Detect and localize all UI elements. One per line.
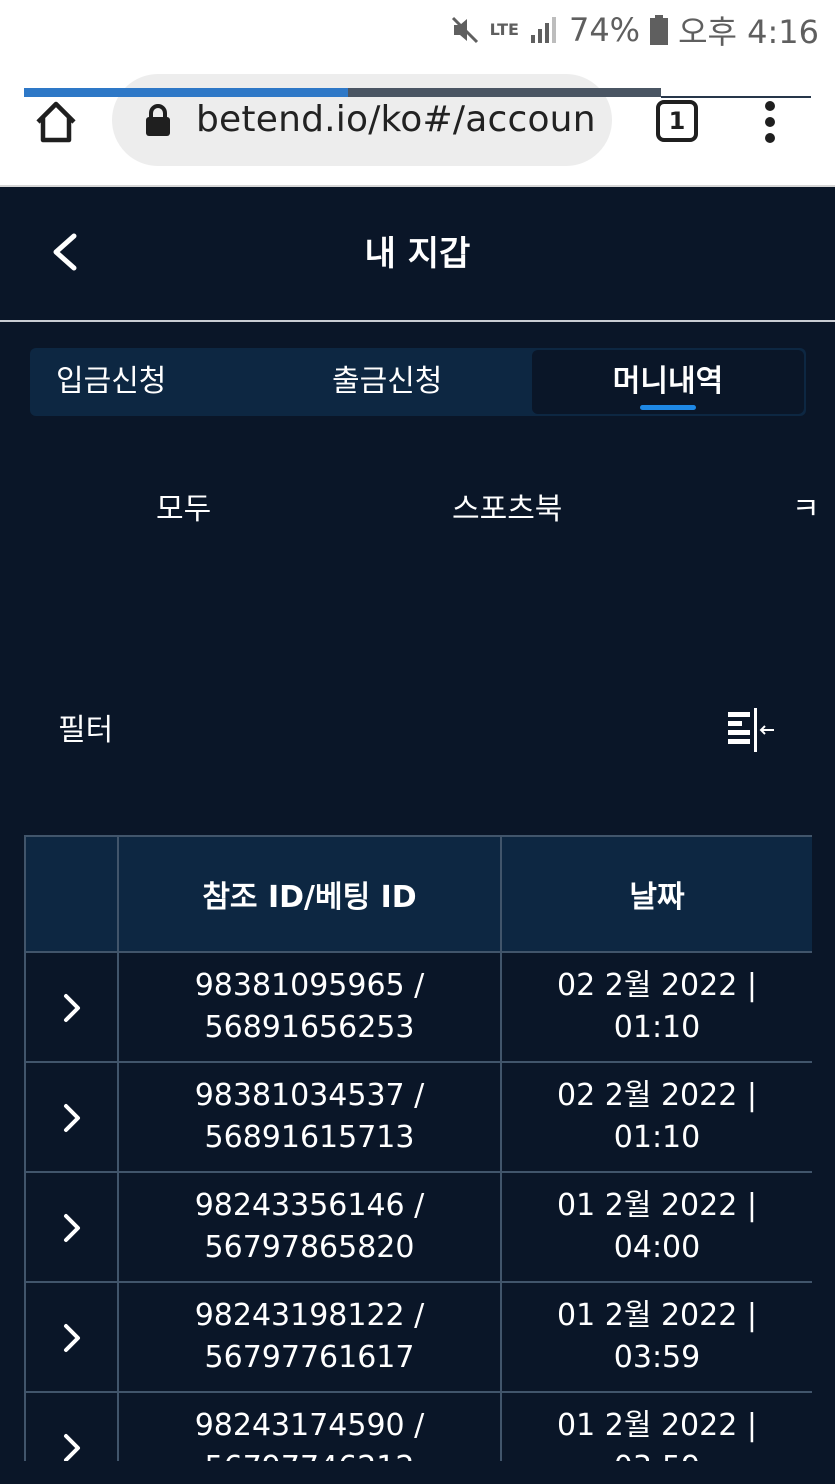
tab-switcher-button[interactable]: 1 [656,100,698,142]
ref-id: 98381095965 / [194,968,425,1003]
time: 01:10 [613,1120,701,1155]
signal-icon [530,17,556,43]
date: 01 2월 2022 | [557,1298,757,1333]
lte-indicator: LTE [489,20,519,39]
time: 04:00 [613,1230,701,1265]
transaction-table: 참조 ID/베팅 ID 날짜 98381095965 / 56891656253… [24,835,812,1461]
ref-id: 98243198122 / [194,1298,425,1333]
header-ref-id: 참조 ID/베팅 ID [117,835,502,953]
ref-id: 98243356146 / [194,1188,425,1223]
clock: 오후 4:16 [678,13,819,51]
tab-money-history[interactable]: 머니내역 [532,350,804,414]
filter-label: 필터 [58,713,114,748]
chevron-right-icon[interactable] [61,992,83,1024]
ref-id-cell: 98243174590 / 56797746212 [117,1391,502,1461]
expand-cell[interactable] [24,1281,119,1393]
date: 02 2월 2022 | [557,968,757,1003]
chevron-right-icon[interactable] [61,1322,83,1354]
time: 03:59 [613,1340,701,1375]
expand-cell[interactable] [24,1061,119,1173]
history-category-tabs: 모두 스포츠북 ㅋ [0,480,835,580]
battery-percent: 74% [568,11,641,49]
header-date: 날짜 [500,835,812,953]
wallet-tabs: 입금신청 출금신청 머니내역 [30,348,806,416]
ref-id-cell: 98381034537 / 56891615713 [117,1061,502,1173]
mute-icon [451,16,478,44]
table-row[interactable]: 98381095965 / 56891656253 02 2월 2022 | 0… [24,951,812,1063]
bet-id: 56797746212 [119,1447,500,1461]
date-cell: 01 2월 2022 | 03:59 [500,1281,812,1393]
date-cell: 01 2월 2022 | 03:59 [500,1391,812,1461]
filter-toggle-icon[interactable] [726,708,778,752]
more-menu-icon[interactable] [760,98,780,146]
active-tab-indicator [640,405,696,410]
date-cell: 01 2월 2022 | 04:00 [500,1171,812,1283]
subtab-sportsbook[interactable]: 스포츠북 [452,490,562,530]
tab-money-history-label: 머니내역 [612,364,724,399]
tab-withdrawal[interactable]: 출금신청 [332,348,442,416]
ref-id: 98381034537 / [194,1078,425,1113]
bet-id: 56891615713 [204,1120,415,1155]
table-row[interactable]: 98243174590 / 56797746212 01 2월 2022 | 0… [24,1391,812,1462]
url-text[interactable]: betend.io/ko#/account/ [196,96,596,144]
chevron-right-icon[interactable] [61,1212,83,1244]
bet-id: 56797865820 [204,1230,415,1265]
subtab-active-indicator [24,88,348,97]
time: 01:10 [613,1010,701,1045]
time: 03:59 [502,1447,812,1461]
subtab-all[interactable]: 모두 [156,490,211,530]
table-row[interactable]: 98381034537 / 56891615713 02 2월 2022 | 0… [24,1061,812,1173]
subtab-casino-partial[interactable]: ㅋ [792,490,820,530]
app-header: 내 지갑 [0,188,835,322]
chevron-right-icon[interactable] [61,1102,83,1134]
bet-id: 56797761617 [204,1340,415,1375]
table-row[interactable]: 98243356146 / 56797865820 01 2월 2022 | 0… [24,1171,812,1283]
status-icons: LTE 74% 오후 4:16 [450,8,819,52]
expand-cell[interactable] [24,1171,119,1283]
table-row[interactable]: 98243198122 / 56797761617 01 2월 2022 | 0… [24,1281,812,1393]
lock-icon [146,104,170,136]
bet-id: 56891656253 [204,1010,415,1045]
chevron-right-icon[interactable] [61,1432,83,1462]
status-bar: LTE 74% 오후 4:16 [0,0,835,60]
battery-icon [650,15,669,45]
page-title: 내 지갑 [364,234,471,274]
expand-cell[interactable] [24,1391,119,1462]
expand-cell[interactable] [24,951,119,1063]
date: 02 2월 2022 | [557,1078,757,1113]
table-header-row: 참조 ID/베팅 ID 날짜 [24,835,812,953]
date: 01 2월 2022 | [557,1408,757,1443]
date-cell: 02 2월 2022 | 01:10 [500,1061,812,1173]
ref-id-cell: 98243356146 / 56797865820 [117,1171,502,1283]
browser-toolbar: betend.io/ko#/account/ 1 [0,60,835,187]
ref-id: 98243174590 / [194,1408,425,1443]
ref-id-cell: 98243198122 / 56797761617 [117,1281,502,1393]
header-expand [24,835,119,953]
date: 01 2월 2022 | [557,1188,757,1223]
subtab-divider [661,96,811,98]
tab-deposit[interactable]: 입금신청 [56,348,166,416]
date-cell: 02 2월 2022 | 01:10 [500,951,812,1063]
ref-id-cell: 98381095965 / 56891656253 [117,951,502,1063]
home-icon[interactable] [32,98,80,146]
